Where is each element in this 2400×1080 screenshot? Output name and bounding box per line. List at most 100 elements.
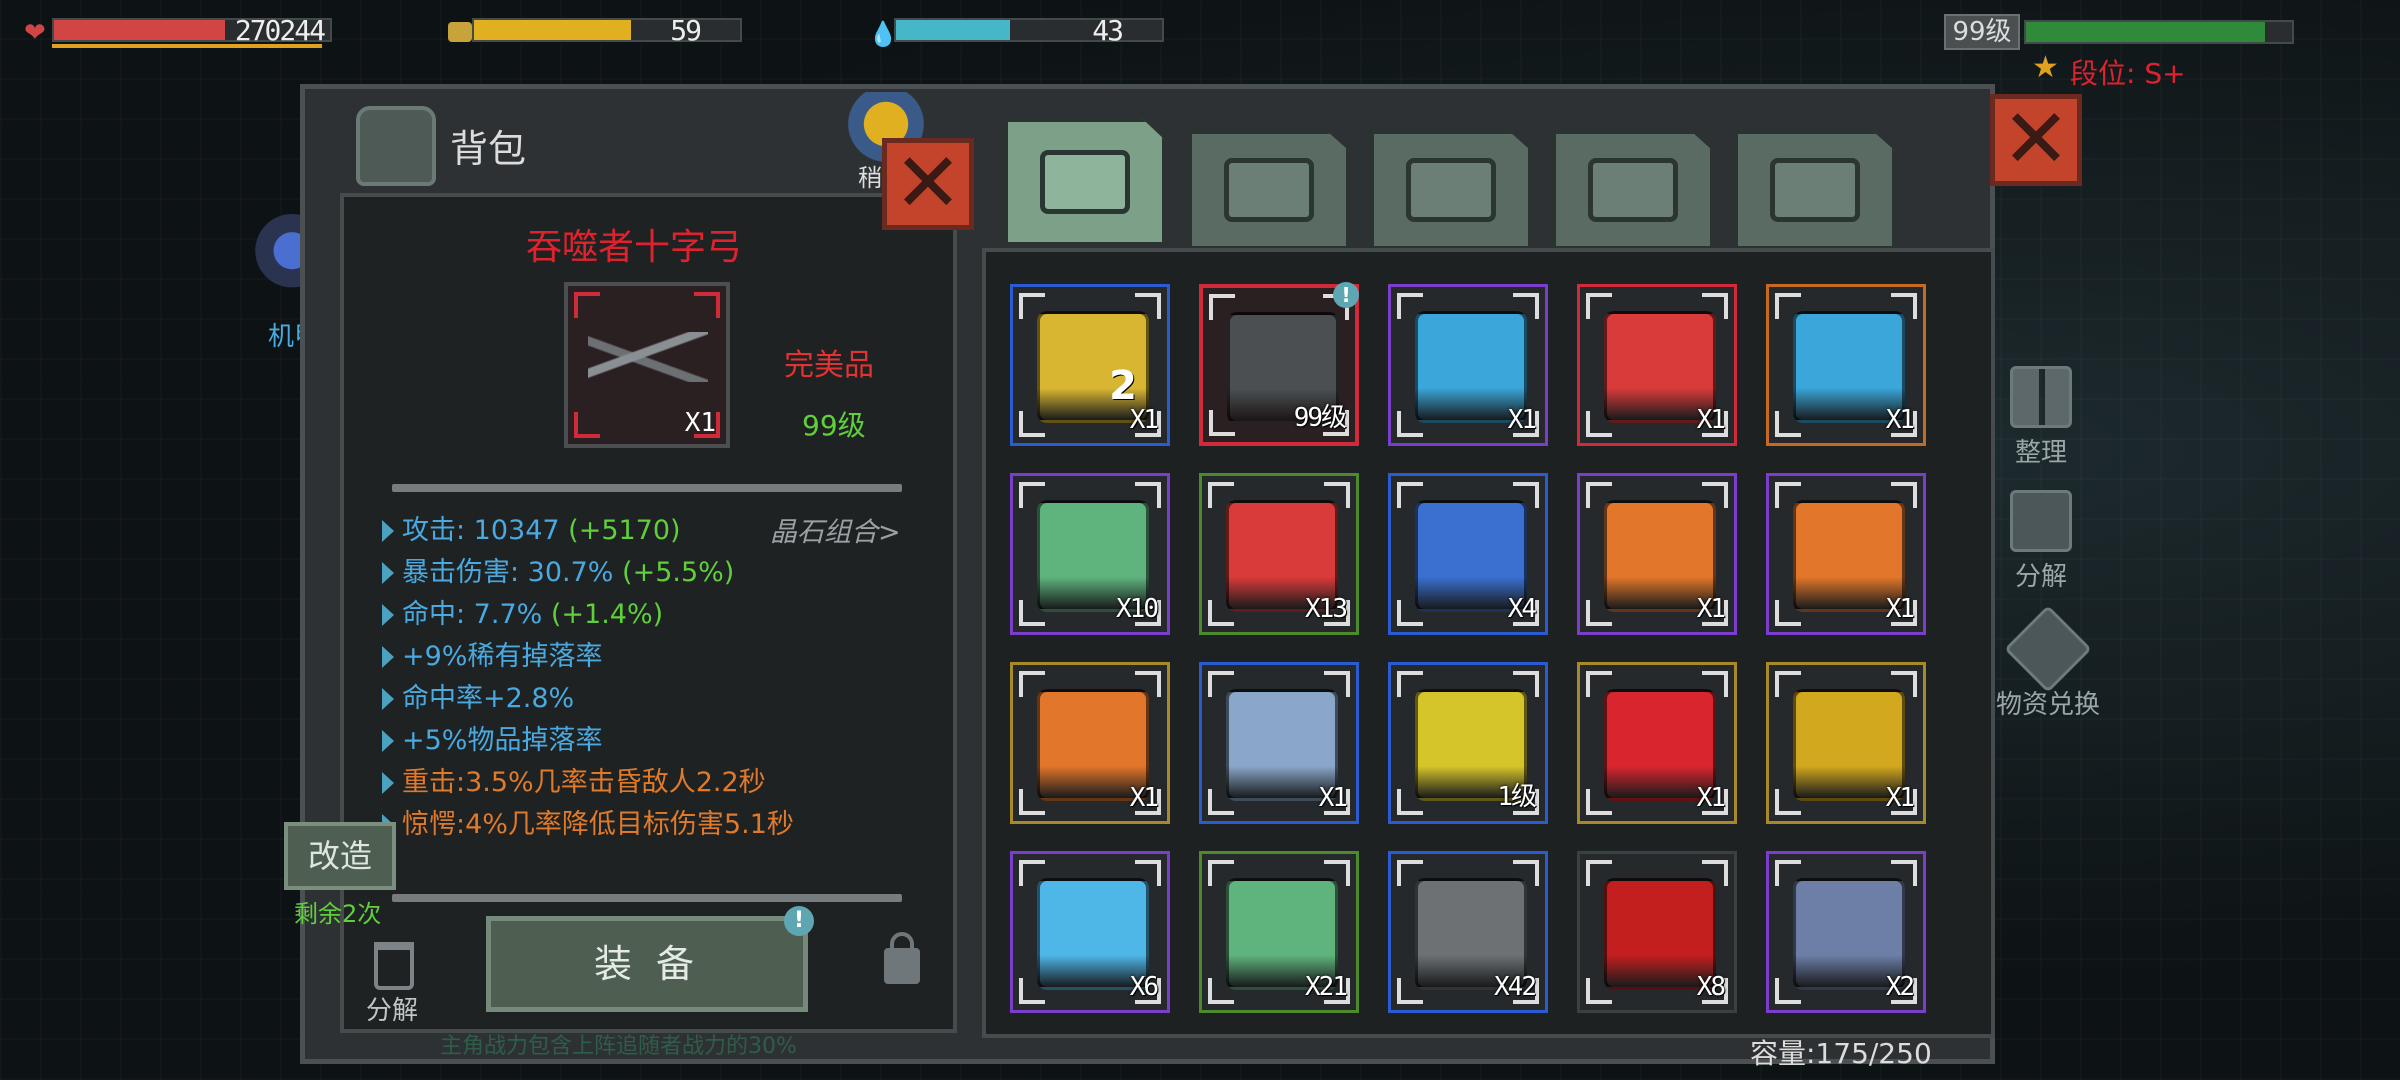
inventory-slot-map[interactable]: X1 bbox=[1199, 662, 1359, 824]
equip-button[interactable]: 装 备 bbox=[486, 916, 808, 1012]
divider-top bbox=[392, 484, 902, 492]
hunger-icon bbox=[448, 22, 472, 42]
sort-label: 整理 bbox=[2014, 438, 2067, 468]
hp-bar: 270244 bbox=[52, 14, 332, 47]
modify-button[interactable]: 改造 bbox=[284, 822, 396, 890]
inventory-slot-chip[interactable]: X42 bbox=[1388, 851, 1548, 1013]
stat-label: 攻击: 10347 bbox=[402, 515, 569, 546]
inventory-slot-green-heart-box[interactable]: X10 bbox=[1010, 473, 1170, 635]
tab-medical[interactable] bbox=[1188, 130, 1350, 250]
inventory-slot-upgrade-chip[interactable]: X1 bbox=[1577, 473, 1737, 635]
rank-label: 段位: S+ bbox=[2070, 57, 2186, 90]
inventory-slot-upgrade-chip-3[interactable]: X1 bbox=[1010, 662, 1170, 824]
hp-bar-fill bbox=[54, 20, 226, 40]
stat-label: 暴击伤害: 30.7% bbox=[402, 557, 623, 588]
backpack-icon bbox=[356, 106, 436, 186]
slot-qty: X1 bbox=[1885, 594, 1915, 624]
stat-bonus: (+5170) bbox=[568, 515, 681, 546]
tab-armor[interactable] bbox=[1370, 130, 1532, 250]
backpack-icon bbox=[1040, 150, 1130, 214]
stat-line: 攻击: 10347 (+5170) bbox=[382, 508, 681, 547]
divider-bottom bbox=[392, 894, 902, 902]
slot-qty: X1 bbox=[1696, 594, 1726, 624]
hp-icon: ❤ bbox=[24, 18, 46, 48]
backpack-title: 背包 bbox=[450, 127, 527, 171]
exchange-button[interactable]: 物资兑换 bbox=[1996, 605, 2100, 721]
stat-line: +9%稀有掉落率 bbox=[382, 634, 602, 673]
slot-qty: X1 bbox=[1507, 405, 1537, 435]
stat-label: 命中: 7.7% bbox=[402, 599, 551, 630]
inventory-slot-gold-crate[interactable]: X1 bbox=[1766, 662, 1926, 824]
water-value: 43 bbox=[1092, 14, 1124, 47]
stat-line: +5%物品掉落率 bbox=[382, 718, 602, 757]
stat-arrow-icon bbox=[382, 604, 394, 626]
tab-tool[interactable] bbox=[1734, 130, 1896, 250]
item-quality: 完美品 bbox=[784, 348, 874, 383]
stat-arrow-icon bbox=[382, 562, 394, 584]
water-bar: 43 bbox=[894, 14, 1164, 47]
inventory-slot-gold-core[interactable]: 1级 bbox=[1388, 662, 1548, 824]
stat-line: 惊愕:4%几率降低目标伤害5.1秒 bbox=[382, 802, 794, 841]
stat-line: 重击:3.5%几率击昏敌人2.2秒 bbox=[382, 760, 766, 799]
slot-qty: X13 bbox=[1305, 594, 1348, 624]
lock-icon[interactable] bbox=[884, 932, 920, 984]
stat-arrow-icon bbox=[382, 688, 394, 710]
inventory-slot-green-heart-box-2[interactable]: X21 bbox=[1199, 851, 1359, 1013]
dismantle-side-button[interactable]: 分解 bbox=[2010, 490, 2072, 593]
new-item-badge: ! bbox=[1333, 282, 1359, 308]
tab-backpack[interactable] bbox=[1004, 118, 1166, 246]
stat-label: 惊愕:4%几率降低目标伤害5.1秒 bbox=[402, 809, 794, 840]
slot-qty: X10 bbox=[1116, 594, 1159, 624]
inventory-slot-blue-shield-box-2[interactable]: X1 bbox=[1766, 284, 1926, 446]
water-bar-fill bbox=[896, 20, 1011, 40]
slot-qty: X4 bbox=[1507, 594, 1537, 624]
hunger-bar-fill bbox=[474, 20, 631, 40]
slot-qty: 1级 bbox=[1497, 782, 1537, 812]
stat-arrow-icon bbox=[382, 520, 394, 542]
inventory-slot-wrench-tool[interactable]: X2 bbox=[1766, 851, 1926, 1013]
slot-qty: X1 bbox=[1129, 405, 1159, 435]
item-level: 99级 bbox=[802, 409, 866, 442]
inventory-slot-red-weapon-box-2[interactable]: X13 bbox=[1199, 473, 1359, 635]
exp-multiplier: 2 bbox=[1109, 363, 1137, 409]
sort-icon bbox=[2010, 366, 2072, 428]
slot-qty: X6 bbox=[1129, 972, 1159, 1002]
item-name: 吞噬者十字弓 bbox=[526, 227, 743, 268]
slot-qty: X1 bbox=[1696, 405, 1726, 435]
window-close-button[interactable]: ✕ bbox=[1990, 94, 2082, 186]
item-preview-slot: X1 bbox=[564, 282, 730, 448]
crossbow-icon bbox=[588, 332, 708, 382]
inventory-slot-exp-card[interactable]: 2 X1 bbox=[1010, 284, 1170, 446]
preview-corner bbox=[574, 292, 600, 318]
slot-qty: X8 bbox=[1696, 972, 1726, 1002]
trash-icon[interactable] bbox=[374, 942, 414, 990]
stat-arrow-icon bbox=[382, 646, 394, 668]
stat-label: 命中率+2.8% bbox=[402, 683, 575, 714]
stat-line: 暴击伤害: 30.7% (+5.5%) bbox=[382, 550, 734, 589]
sort-button[interactable]: 整理 bbox=[2010, 366, 2072, 469]
inventory-slot-tool-manual[interactable]: X6 bbox=[1010, 851, 1170, 1013]
inventory-slot-devourer-crossbow[interactable]: 99级! bbox=[1199, 282, 1359, 446]
wing-boot-icon bbox=[1406, 158, 1496, 222]
inventory-slot-blue-container[interactable]: X4 bbox=[1388, 473, 1548, 635]
dismantle-label[interactable]: 分解 bbox=[366, 990, 418, 1027]
slot-qty: X42 bbox=[1494, 972, 1537, 1002]
inventory-slot-blue-shield-box[interactable]: X1 bbox=[1388, 284, 1548, 446]
tab-weapon[interactable] bbox=[1552, 130, 1714, 250]
crystal-combo-link[interactable]: 晶石组合> bbox=[770, 510, 901, 549]
preview-qty: X1 bbox=[684, 408, 716, 438]
inventory-slot-red-weapon-box[interactable]: X1 bbox=[1577, 284, 1737, 446]
slot-qty: X21 bbox=[1305, 972, 1348, 1002]
slot-qty: X1 bbox=[1318, 783, 1348, 813]
inventory-slot-red-gem[interactable]: X1 bbox=[1577, 662, 1737, 824]
stat-label: +5%物品掉落率 bbox=[402, 725, 603, 756]
slot-qty: X1 bbox=[1129, 783, 1159, 813]
inventory-slot-apples[interactable]: X8 bbox=[1577, 851, 1737, 1013]
slot-qty: X1 bbox=[1885, 405, 1915, 435]
lock-shackle bbox=[890, 932, 914, 954]
stat-line: 命中率+2.8% bbox=[382, 676, 574, 715]
detail-close-button[interactable]: ✕ bbox=[882, 138, 974, 230]
capacity-label: 容量:175/250 bbox=[1750, 1037, 1932, 1070]
inventory-slot-upgrade-chip-2[interactable]: X1 bbox=[1766, 473, 1926, 635]
level-progress-bar bbox=[2024, 20, 2294, 44]
